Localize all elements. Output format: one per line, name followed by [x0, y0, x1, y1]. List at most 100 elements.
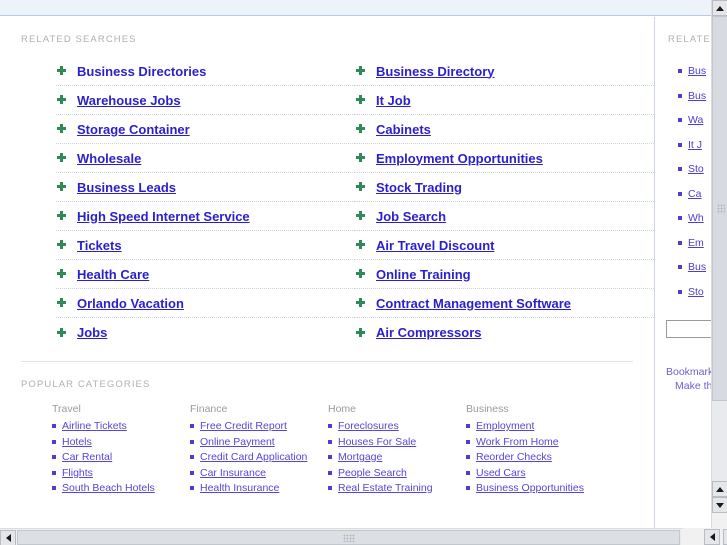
sidebar-related-link[interactable]: Bus	[688, 65, 706, 77]
category-link[interactable]: Business Opportunities	[476, 482, 584, 494]
category-list-item[interactable]: Airline Tickets	[52, 420, 190, 432]
related-search-item[interactable]: Business Directories	[56, 57, 355, 86]
horizontal-scroll-thumb[interactable]	[17, 530, 680, 545]
scroll-up-button-secondary[interactable]	[712, 481, 727, 497]
sidebar-related-item[interactable]: Em	[678, 231, 711, 256]
related-search-item[interactable]: Health Care	[56, 260, 355, 289]
sidebar-related-link[interactable]: Em	[688, 237, 704, 249]
category-link[interactable]: Flights	[62, 467, 93, 479]
related-search-link[interactable]: Business Leads	[77, 180, 176, 195]
related-search-item[interactable]: Cabinets	[355, 115, 654, 144]
scroll-left-button[interactable]	[0, 530, 16, 545]
related-search-item[interactable]: Wholesale	[56, 144, 355, 173]
category-link[interactable]: Car Insurance	[200, 467, 266, 479]
category-link[interactable]: Online Payment	[200, 436, 275, 448]
category-link[interactable]: Used Cars	[476, 467, 526, 479]
category-link[interactable]: Houses For Sale	[338, 436, 416, 448]
related-search-link[interactable]: Online Training	[376, 267, 471, 282]
category-list-item[interactable]: People Search	[328, 467, 466, 479]
related-search-link[interactable]: Stock Trading	[376, 180, 462, 195]
related-search-item[interactable]: Air Travel Discount	[355, 231, 654, 260]
related-search-link[interactable]: It Job	[376, 93, 411, 108]
related-search-item[interactable]: It Job	[355, 86, 654, 115]
category-list-item[interactable]: South Beach Hotels	[52, 482, 190, 494]
related-search-link[interactable]: Storage Container	[77, 122, 190, 137]
category-link[interactable]: South Beach Hotels	[62, 482, 155, 494]
category-link[interactable]: Airline Tickets	[62, 420, 127, 432]
category-list-item[interactable]: Flights	[52, 467, 190, 479]
sidebar-related-link[interactable]: It J	[688, 139, 702, 151]
category-list-item[interactable]: Reorder Checks	[466, 451, 604, 463]
category-list-item[interactable]: Mortgage	[328, 451, 466, 463]
sidebar-related-item[interactable]: Bus	[678, 84, 711, 109]
related-search-link[interactable]: Job Search	[376, 209, 446, 224]
related-search-item[interactable]: Business Directory	[355, 57, 654, 86]
related-search-link[interactable]: Jobs	[77, 325, 107, 340]
category-list-item[interactable]: Credit Card Application	[190, 451, 328, 463]
category-list-item[interactable]: Free Credit Report	[190, 420, 328, 432]
related-search-link[interactable]: Wholesale	[77, 151, 141, 166]
related-search-link[interactable]: Tickets	[77, 238, 122, 253]
category-link[interactable]: People Search	[338, 467, 407, 479]
related-search-item[interactable]: Jobs	[56, 318, 355, 347]
category-list-item[interactable]: Houses For Sale	[328, 436, 466, 448]
sidebar-related-item[interactable]: Wh	[678, 206, 711, 231]
sidebar-related-item[interactable]: Wa	[678, 108, 711, 133]
bookmark-link[interactable]: Bookmark	[666, 365, 711, 379]
related-search-item[interactable]: Job Search	[355, 202, 654, 231]
category-list-item[interactable]: Car Rental	[52, 451, 190, 463]
horizontal-scrollbar[interactable]	[0, 528, 683, 545]
related-search-link[interactable]: High Speed Internet Service	[77, 209, 250, 224]
related-search-item[interactable]: High Speed Internet Service	[56, 202, 355, 231]
scroll-right-button[interactable]	[723, 529, 727, 545]
related-search-item[interactable]: Air Compressors	[355, 318, 654, 347]
sidebar-related-link[interactable]: Bus	[688, 90, 706, 102]
category-link[interactable]: Employment	[476, 420, 534, 432]
category-list-item[interactable]: Foreclosures	[328, 420, 466, 432]
sidebar-related-item[interactable]: Ca	[678, 182, 711, 207]
related-search-link[interactable]: Air Travel Discount	[376, 238, 494, 253]
make-homepage-link[interactable]: Make this	[666, 379, 711, 393]
category-list-item[interactable]: Health Insurance	[190, 482, 328, 494]
category-list-item[interactable]: Hotels	[52, 436, 190, 448]
category-list-item[interactable]: Business Opportunities	[466, 482, 604, 494]
sidebar-related-item[interactable]: Sto	[678, 280, 711, 305]
category-link[interactable]: Credit Card Application	[200, 451, 307, 463]
category-link[interactable]: Reorder Checks	[476, 451, 552, 463]
sidebar-related-link[interactable]: Wh	[688, 212, 704, 224]
sidebar-related-link[interactable]: Ca	[688, 188, 701, 200]
related-search-item[interactable]: Business Leads	[56, 173, 355, 202]
related-search-item[interactable]: Storage Container	[56, 115, 355, 144]
vertical-scroll-thumb[interactable]	[712, 16, 727, 401]
scroll-left-button-secondary[interactable]	[704, 529, 720, 545]
scroll-up-button[interactable]	[712, 0, 727, 16]
category-list-item[interactable]: Used Cars	[466, 467, 604, 479]
category-link[interactable]: Foreclosures	[338, 420, 399, 432]
related-search-item[interactable]: Orlando Vacation	[56, 289, 355, 318]
sidebar-search-input[interactable]	[666, 320, 711, 338]
sidebar-related-item[interactable]: It J	[678, 133, 711, 158]
category-link[interactable]: Car Rental	[62, 451, 112, 463]
scroll-down-button[interactable]	[712, 497, 727, 513]
category-link[interactable]: Hotels	[62, 436, 92, 448]
related-search-link[interactable]: Contract Management Software	[376, 296, 571, 311]
related-search-item[interactable]: Stock Trading	[355, 173, 654, 202]
category-link[interactable]: Mortgage	[338, 451, 382, 463]
sidebar-related-item[interactable]: Bus	[678, 59, 711, 84]
sidebar-related-item[interactable]: Sto	[678, 157, 711, 182]
sidebar-related-item[interactable]: Bus	[678, 255, 711, 280]
related-search-link[interactable]: Employment Opportunities	[376, 151, 543, 166]
category-list-item[interactable]: Real Estate Training	[328, 482, 466, 494]
category-list-item[interactable]: Work From Home	[466, 436, 604, 448]
related-search-link[interactable]: Orlando Vacation	[77, 296, 184, 311]
category-link[interactable]: Free Credit Report	[200, 420, 287, 432]
sidebar-related-link[interactable]: Bus	[688, 261, 706, 273]
related-search-item[interactable]: Employment Opportunities	[355, 144, 654, 173]
related-search-item[interactable]: Contract Management Software	[355, 289, 654, 318]
related-search-item[interactable]: Warehouse Jobs	[56, 86, 355, 115]
category-list-item[interactable]: Employment	[466, 420, 604, 432]
category-list-item[interactable]: Car Insurance	[190, 467, 328, 479]
category-link[interactable]: Work From Home	[476, 436, 559, 448]
related-search-link[interactable]: Air Compressors	[376, 325, 481, 340]
sidebar-related-link[interactable]: Sto	[688, 286, 704, 298]
